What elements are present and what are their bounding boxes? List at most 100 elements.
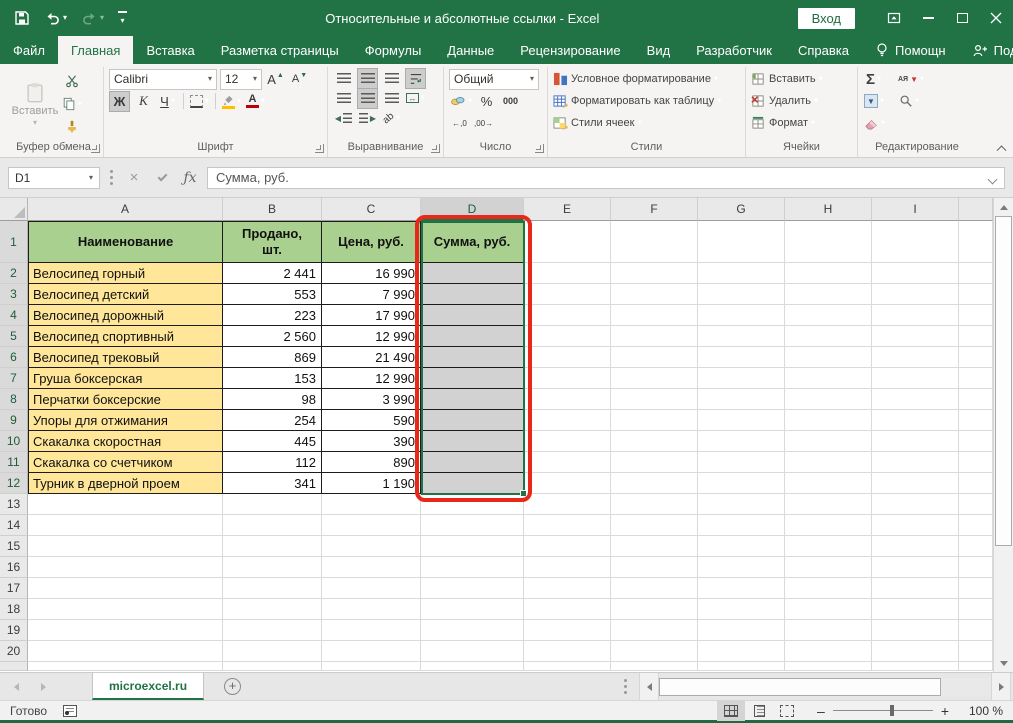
select-all-corner[interactable] <box>0 198 28 221</box>
row-header-2[interactable]: 2 <box>0 263 28 284</box>
cell-G16[interactable] <box>698 557 785 578</box>
cell-C11[interactable]: 890 <box>322 452 421 473</box>
cell-F19[interactable] <box>611 620 698 641</box>
new-sheet-button[interactable]: + <box>224 678 241 695</box>
cell-I18[interactable] <box>872 599 959 620</box>
cell-F13[interactable] <box>611 494 698 515</box>
cell-A6[interactable]: Велосипед трековый <box>28 347 223 368</box>
cell-F16[interactable] <box>611 557 698 578</box>
merge-center-icon[interactable]: ↔▾ <box>405 88 426 109</box>
cell-B20[interactable] <box>223 641 322 662</box>
cell-A15[interactable] <box>28 536 223 557</box>
cell-G10[interactable] <box>698 431 785 452</box>
cell-E21[interactable] <box>524 662 611 671</box>
cell-C5[interactable]: 12 990 <box>322 326 421 347</box>
cell-J7[interactable] <box>959 368 993 389</box>
redo-button[interactable]: ▾ <box>81 11 104 26</box>
minimize-button[interactable] <box>911 0 945 36</box>
cell-D4[interactable] <box>421 305 524 326</box>
cell-D12[interactable] <box>421 473 524 494</box>
row-header-8[interactable]: 8 <box>0 389 28 410</box>
cell-C10[interactable]: 390 <box>322 431 421 452</box>
cell-I11[interactable] <box>872 452 959 473</box>
redo-dropdown-icon[interactable]: ▾ <box>100 14 104 22</box>
cell-J8[interactable] <box>959 389 993 410</box>
cell-A3[interactable]: Велосипед детский <box>28 284 223 305</box>
next-sheet-icon[interactable] <box>41 683 46 691</box>
prev-sheet-icon[interactable] <box>14 683 19 691</box>
cell-J16[interactable] <box>959 557 993 578</box>
font-size-combo[interactable]: 12▾ <box>220 69 262 90</box>
cell-A11[interactable]: Скакалка со счетчиком <box>28 452 223 473</box>
close-button[interactable] <box>979 0 1013 36</box>
zoom-in-icon[interactable]: + <box>941 703 949 719</box>
cell-H3[interactable] <box>785 284 872 305</box>
tab-разметка-страницы[interactable]: Разметка страницы <box>208 36 352 64</box>
cell-H18[interactable] <box>785 599 872 620</box>
cell-F21[interactable] <box>611 662 698 671</box>
cell-D10[interactable] <box>421 431 524 452</box>
cell-G7[interactable] <box>698 368 785 389</box>
row-header-13[interactable]: 13 <box>0 494 28 515</box>
fill-color-icon[interactable]: ▾ <box>221 91 242 112</box>
cell-E1[interactable] <box>524 221 611 263</box>
tab-split-handle[interactable] <box>624 685 627 688</box>
cell-A4[interactable]: Велосипед дорожный <box>28 305 223 326</box>
cell-F4[interactable] <box>611 305 698 326</box>
row-header-1[interactable]: 1 <box>0 221 28 263</box>
cell-D5[interactable] <box>421 326 524 347</box>
cell-D9[interactable] <box>421 410 524 431</box>
cell-J5[interactable] <box>959 326 993 347</box>
cell-D18[interactable] <box>421 599 524 620</box>
cell-E5[interactable] <box>524 326 611 347</box>
cell-I15[interactable] <box>872 536 959 557</box>
cell-B1[interactable]: Продано, шт. <box>223 221 322 263</box>
cell-C15[interactable] <box>322 536 421 557</box>
maximize-button[interactable] <box>945 0 979 36</box>
formula-input[interactable]: Сумма, руб. <box>207 167 1005 189</box>
zoom-slider-thumb[interactable] <box>890 705 894 716</box>
cell-C21[interactable] <box>322 662 421 671</box>
cell-I5[interactable] <box>872 326 959 347</box>
cell-D15[interactable] <box>421 536 524 557</box>
cell-B18[interactable] <box>223 599 322 620</box>
column-header-b[interactable]: B <box>223 198 322 221</box>
cell-G11[interactable] <box>698 452 785 473</box>
cell-A18[interactable] <box>28 599 223 620</box>
tab-справка[interactable]: Справка <box>785 36 862 64</box>
cell-B10[interactable]: 445 <box>223 431 322 452</box>
wrap-text-icon[interactable] <box>405 68 426 89</box>
fill-down-button[interactable]: ▼▾ <box>863 91 885 112</box>
cell-B19[interactable] <box>223 620 322 641</box>
cell-F12[interactable] <box>611 473 698 494</box>
cell-D14[interactable] <box>421 515 524 536</box>
zoom-slider[interactable] <box>833 710 933 711</box>
row-header-10[interactable]: 10 <box>0 431 28 452</box>
cell-A8[interactable]: Перчатки боксерские <box>28 389 223 410</box>
align-center-icon[interactable] <box>357 88 378 109</box>
cell-E14[interactable] <box>524 515 611 536</box>
cell-B11[interactable]: 112 <box>223 452 322 473</box>
cell-G19[interactable] <box>698 620 785 641</box>
cell-C6[interactable]: 21 490 <box>322 347 421 368</box>
cell-I14[interactable] <box>872 515 959 536</box>
tab-вставка[interactable]: Вставка <box>133 36 207 64</box>
tab-assistant[interactable]: Помощн <box>862 36 959 64</box>
cell-J14[interactable] <box>959 515 993 536</box>
cell-A19[interactable] <box>28 620 223 641</box>
cell-B4[interactable]: 223 <box>223 305 322 326</box>
tab-формулы[interactable]: Формулы <box>352 36 435 64</box>
cell-I17[interactable] <box>872 578 959 599</box>
cell-I6[interactable] <box>872 347 959 368</box>
cell-J9[interactable] <box>959 410 993 431</box>
sort-filter-button[interactable]: АЯ ▼▾ <box>897 69 925 90</box>
cell-J21[interactable] <box>959 662 993 671</box>
cell-H8[interactable] <box>785 389 872 410</box>
comma-style-icon[interactable]: 000 <box>500 91 521 112</box>
row-header-16[interactable]: 16 <box>0 557 28 578</box>
cell-E3[interactable] <box>524 284 611 305</box>
cell-J19[interactable] <box>959 620 993 641</box>
cell-G2[interactable] <box>698 263 785 284</box>
cell-F10[interactable] <box>611 431 698 452</box>
tab-главная[interactable]: Главная <box>58 36 133 64</box>
